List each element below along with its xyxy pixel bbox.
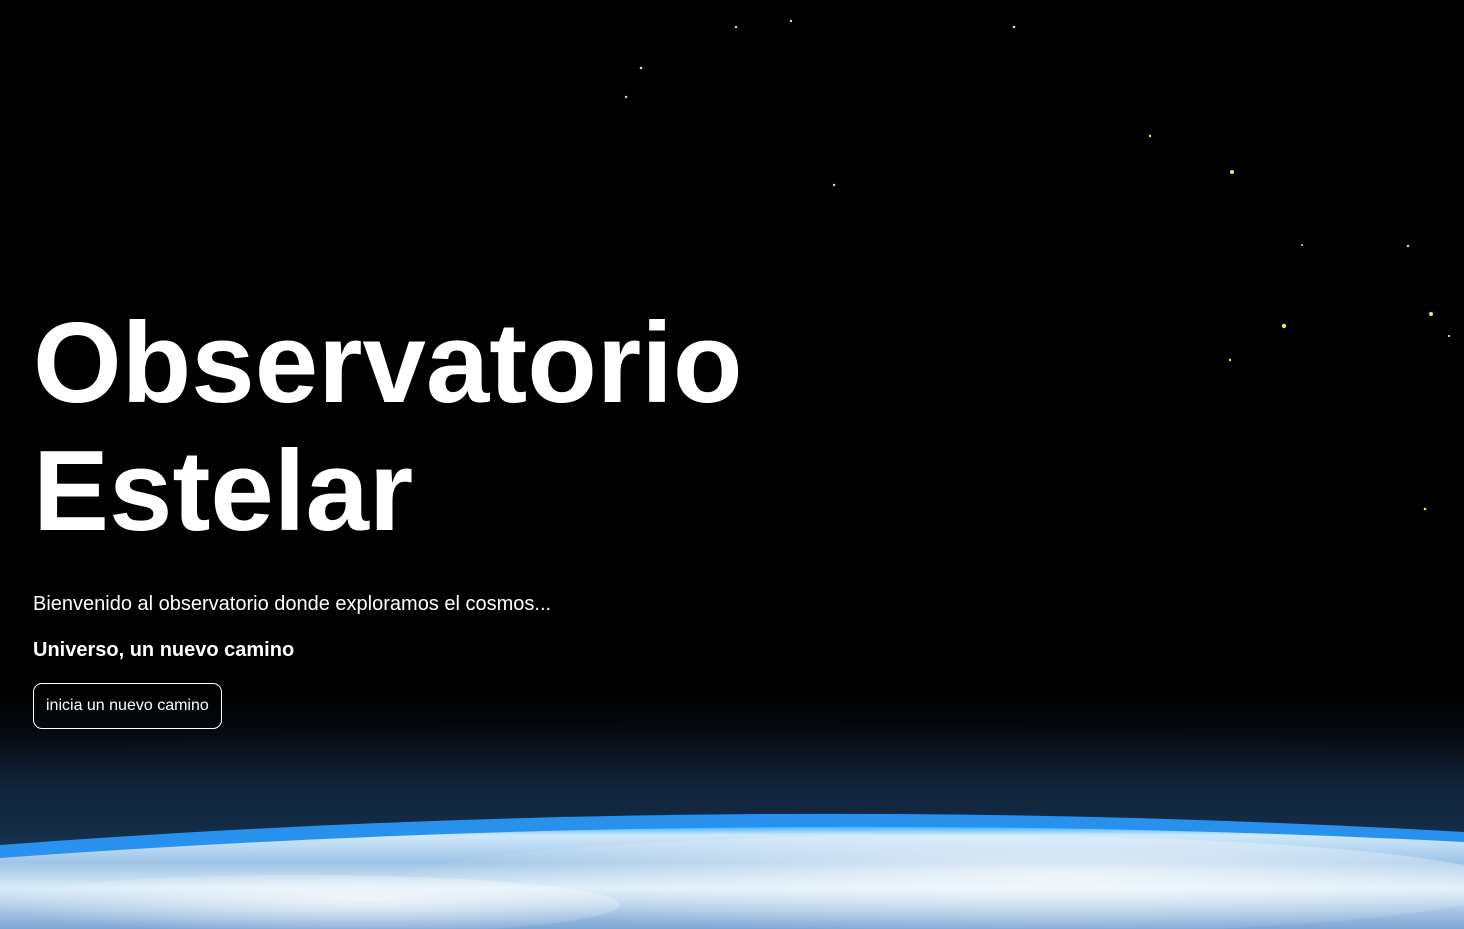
hero-tagline: Universo, un nuevo camino: [33, 639, 295, 661]
hero-subtitle: Bienvenido al observatorio donde explora…: [33, 593, 552, 615]
hero-content: Observatorio Estelar Bienvenido al obser…: [33, 300, 933, 729]
title-line-2: Estelar: [33, 428, 414, 555]
page-title: Observatorio Estelar: [33, 300, 933, 556]
start-journey-button[interactable]: inicia un nuevo camino: [33, 683, 222, 729]
title-line-1: Observatorio: [33, 300, 743, 427]
hero-section: Observatorio Estelar Bienvenido al obser…: [0, 0, 1464, 929]
